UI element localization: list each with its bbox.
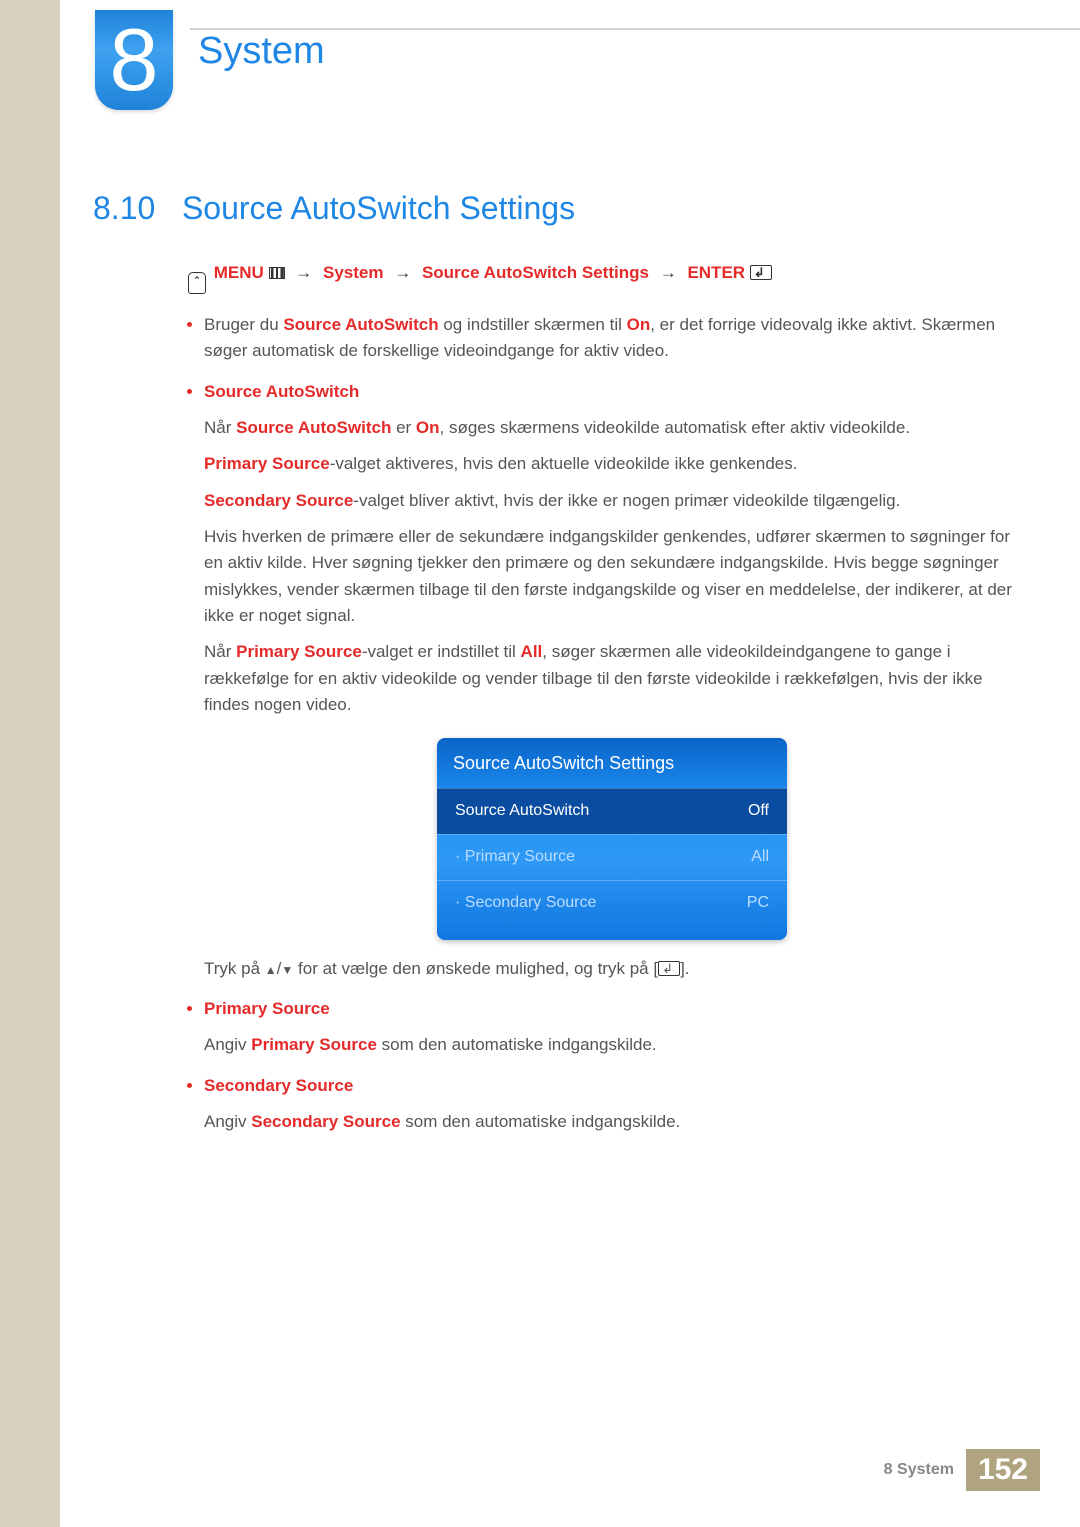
text: Bruger du [204,315,283,334]
text: -valget bliver aktivt, hvis der ikke er … [353,491,900,510]
arrow-icon: → [289,263,318,282]
text-highlight: Secondary Source [204,491,353,510]
osd-row-primary-source[interactable]: · Primary Source All [437,834,787,880]
text: er [391,418,416,437]
text-highlight: Source AutoSwitch [236,418,391,437]
section-title-text: Source AutoSwitch Settings [182,190,575,226]
text-highlight: All [521,642,543,661]
text: for at vælge den ønskede mulighed, og tr… [293,959,658,978]
text-highlight: On [627,315,651,334]
source-autoswitch-bullet: Source AutoSwitch Når Source AutoSwitch … [188,379,1020,982]
osd-row-value: Off [748,799,769,824]
osd-row-source-autoswitch[interactable]: Source AutoSwitch Off [437,788,787,834]
osd-row-secondary-source[interactable]: · Secondary Source PC [437,880,787,926]
text-highlight: Source AutoSwitch [283,315,438,334]
text: Når [204,418,236,437]
triangle-up-icon [265,959,277,978]
text: som den automatiske indgangskilde. [377,1035,657,1054]
remote-icon: ⌃ [188,272,206,294]
triangle-down-icon [281,959,293,978]
paragraph: Når Primary Source-valget er indstillet … [204,639,1020,718]
osd-row-label: · Primary Source [455,845,575,870]
chapter-number-tab: 8 [95,10,173,110]
osd-row-value: All [751,845,769,870]
paragraph: Når Source AutoSwitch er On, søges skærm… [204,415,1020,441]
footer-chapter-label: 8 System [884,1461,954,1479]
osd-panel: Source AutoSwitch Settings Source AutoSw… [437,738,787,939]
nav-menu: MENU [214,263,264,282]
navigation-path: ⌃ MENU → System → Source AutoSwitch Sett… [188,260,1020,294]
text-highlight: Primary Source [236,642,362,661]
subheading: Secondary Source [204,1073,1020,1099]
osd-row-label: · Secondary Source [455,891,596,916]
arrow-icon: → [654,263,683,282]
text-highlight: Secondary Source [251,1112,400,1131]
paragraph: Secondary Source-valget bliver aktivt, h… [204,488,1020,514]
text: Når [204,642,236,661]
osd-row-value: PC [747,891,769,916]
nav-settings: Source AutoSwitch Settings [422,263,649,282]
text: Tryk på [204,959,265,978]
section-number: 8.10 [93,190,155,226]
content-body: ⌃ MENU → System → Source AutoSwitch Sett… [188,260,1020,1149]
menu-bars-icon [269,267,285,279]
nav-system: System [323,263,383,282]
paragraph: Primary Source-valget aktiveres, hvis de… [204,451,1020,477]
text-highlight: Primary Source [251,1035,377,1054]
primary-source-bullet: Primary Source Angiv Primary Source som … [188,996,1020,1059]
text: -valget aktiveres, hvis den aktuelle vid… [330,454,798,473]
secondary-source-bullet: Secondary Source Angiv Secondary Source … [188,1073,1020,1136]
text: -valget er indstillet til [362,642,521,661]
text: , søges skærmens videokilde automatisk e… [440,418,911,437]
enter-icon [750,265,772,280]
text: ]. [680,959,689,978]
enter-icon [658,961,680,976]
left-margin-strip [0,0,60,1527]
text: Angiv [204,1035,251,1054]
paragraph: Hvis hverken de primære eller de sekundæ… [204,524,1020,629]
footer-page-number: 152 [966,1449,1040,1491]
nav-enter: ENTER [687,263,745,282]
text: og indstiller skærmen til [439,315,627,334]
chapter-title: System [198,30,325,73]
arrow-icon: → [388,263,417,282]
navigation-hint: Tryk på / for at vælge den ønskede mulig… [204,956,1020,982]
text: som den automatiske indgangskilde. [401,1112,681,1131]
intro-bullet: Bruger du Source AutoSwitch og indstille… [188,312,1020,365]
osd-spacer [437,926,787,940]
paragraph: Angiv Secondary Source som den automatis… [204,1109,1020,1135]
text-highlight: On [416,418,440,437]
subheading: Source AutoSwitch [204,379,1020,405]
text: Angiv [204,1112,251,1131]
subheading: Primary Source [204,996,1020,1022]
page-footer: 8 System 152 [884,1449,1040,1491]
osd-title: Source AutoSwitch Settings [437,738,787,788]
section-heading: 8.10 Source AutoSwitch Settings [93,190,575,227]
text-highlight: Primary Source [204,454,330,473]
osd-row-label: Source AutoSwitch [455,799,589,824]
paragraph: Angiv Primary Source som den automatiske… [204,1032,1020,1058]
